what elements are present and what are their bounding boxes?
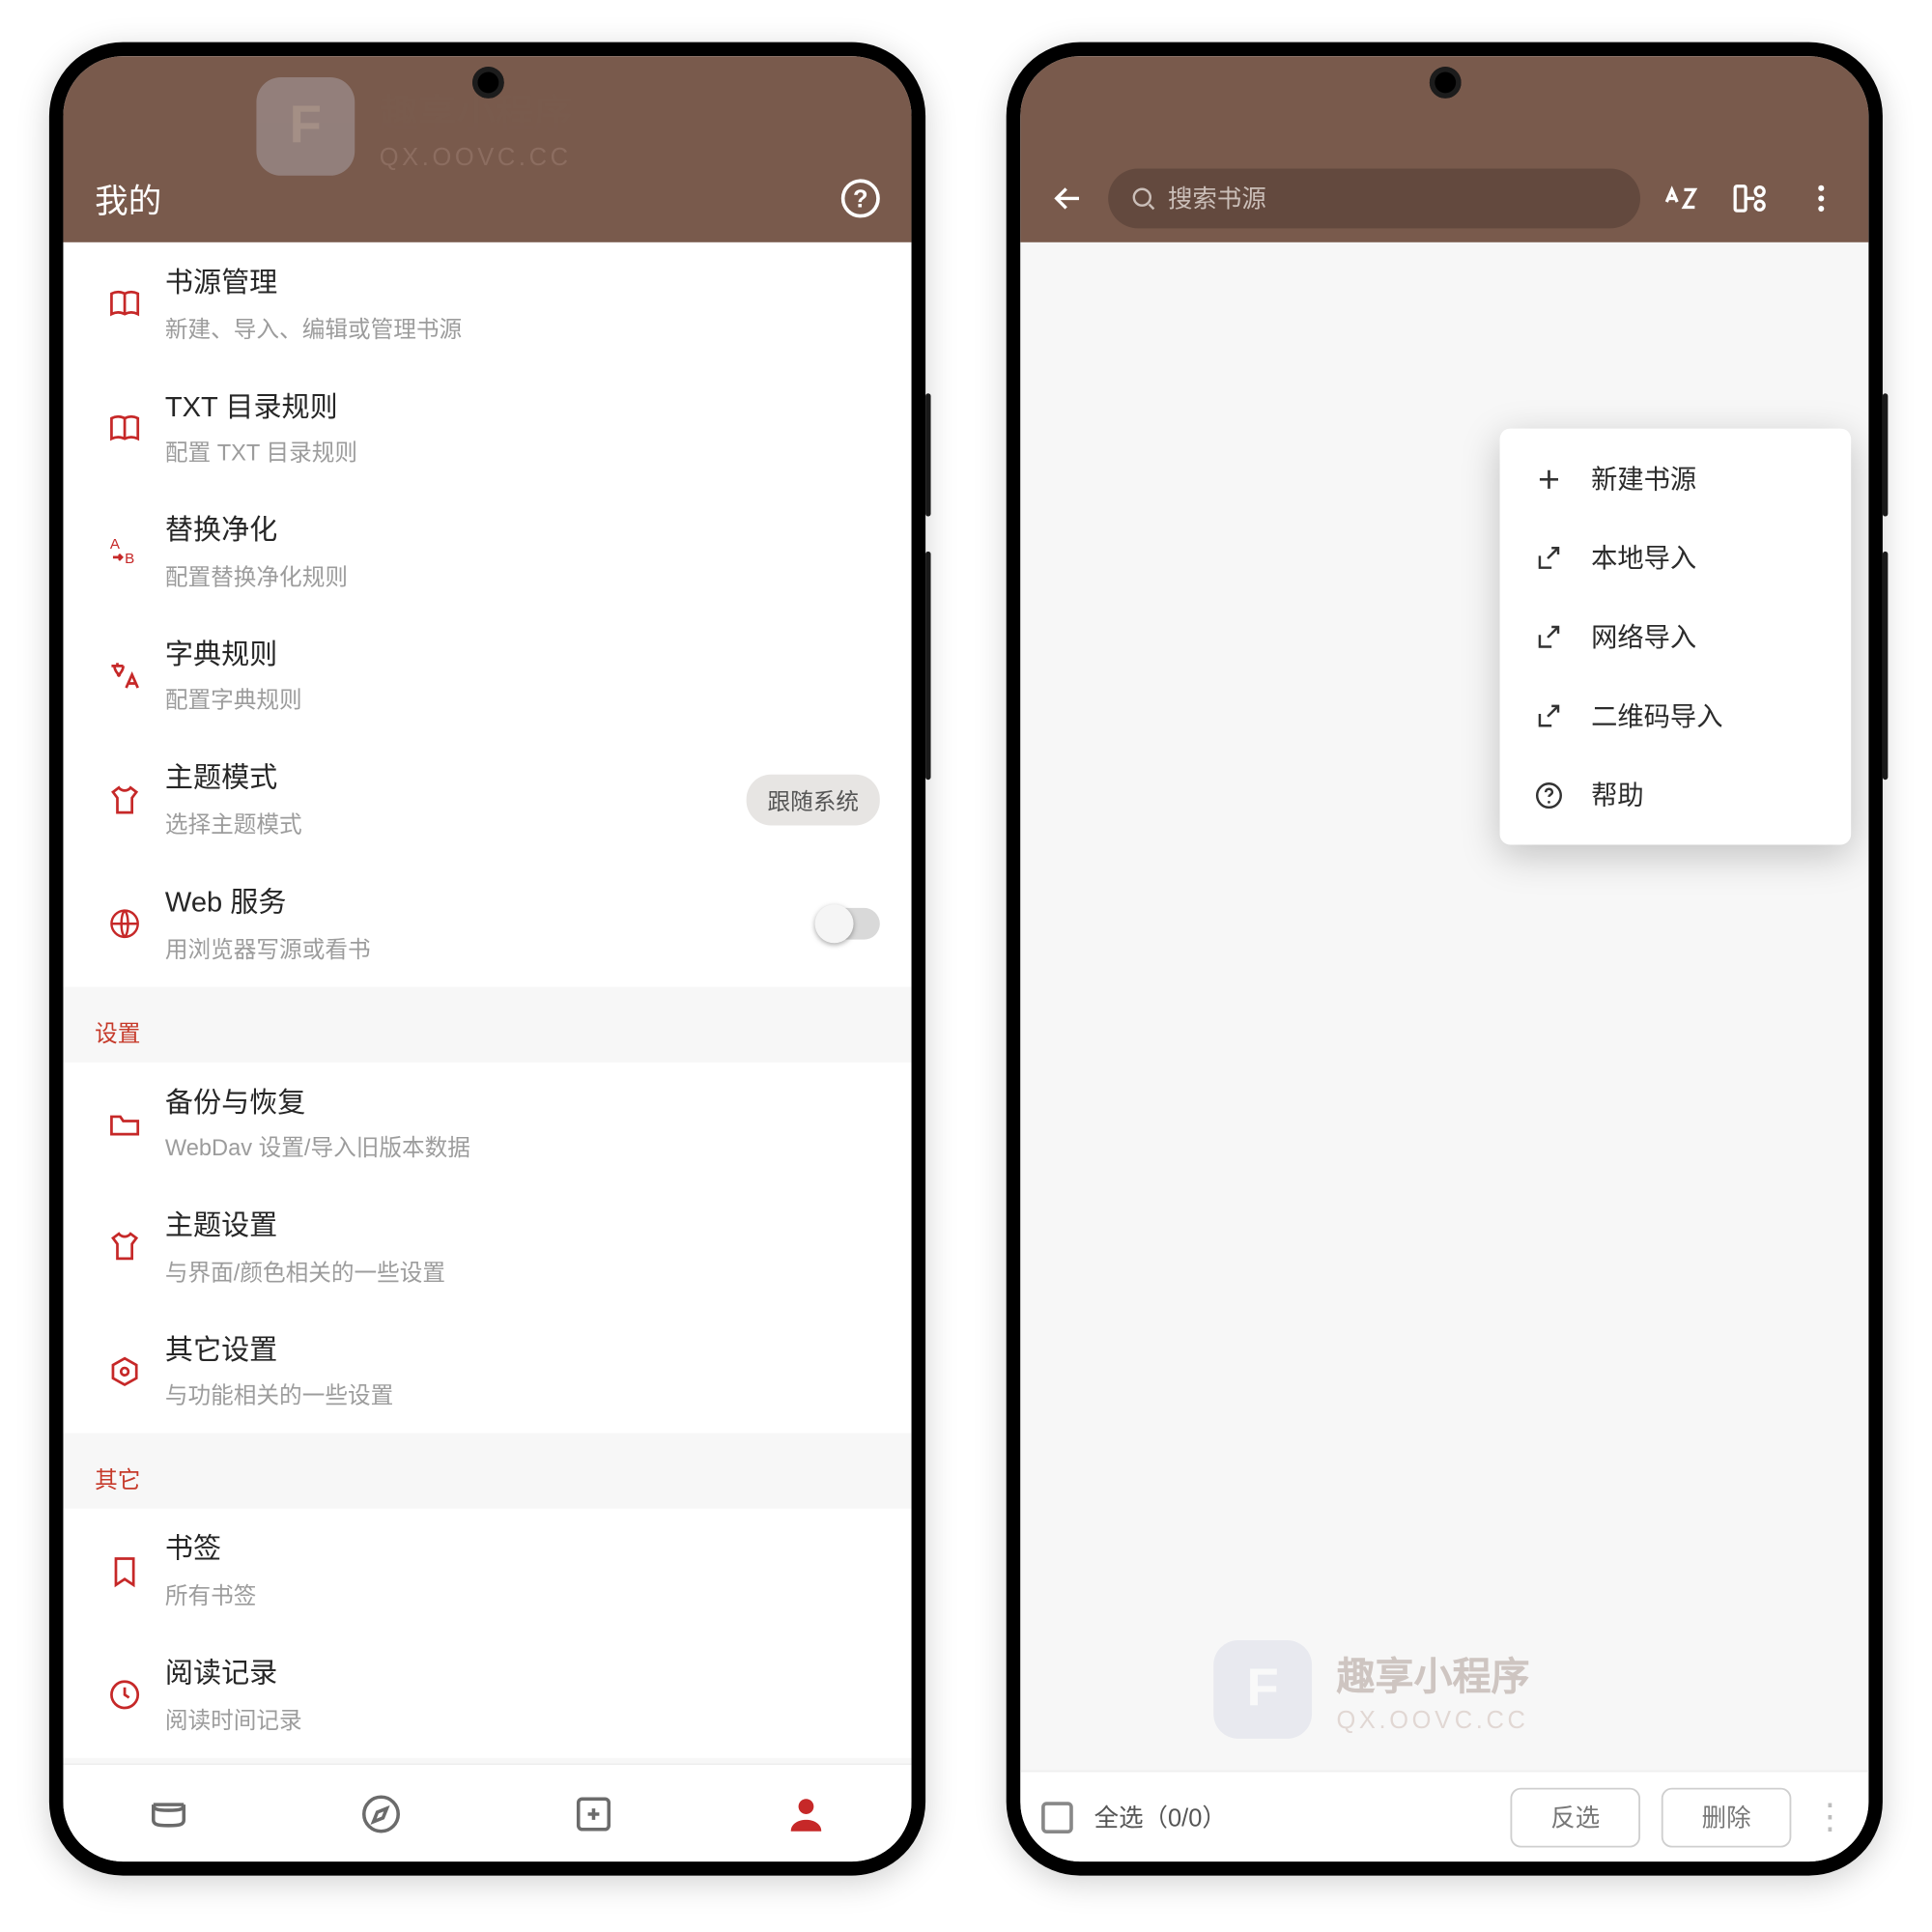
item-theme-mode[interactable]: 主题模式选择主题模式 跟随系统 <box>63 738 911 862</box>
menu-local-import[interactable]: 本地导入 <box>1500 518 1852 597</box>
search-input[interactable]: 搜索书源 <box>1108 169 1640 229</box>
item-book-source[interactable]: 书源管理新建、导入、编辑或管理书源 <box>63 242 911 366</box>
book-icon <box>92 287 158 322</box>
delete-button[interactable]: 删除 <box>1662 1787 1792 1847</box>
item-theme-settings[interactable]: 主题设置与界面/颜色相关的一些设置 <box>63 1185 911 1309</box>
shirt-icon <box>92 782 158 817</box>
watermark: F 趣享小程序QX.OOVC.CC <box>1213 1640 1529 1739</box>
content-right: 新建书源 本地导入 网络导入 二维码导入 <box>1020 242 1868 1771</box>
nav-explore[interactable] <box>358 1790 404 1835</box>
select-all-label: 全选（0/0） <box>1094 1800 1490 1834</box>
search-placeholder: 搜索书源 <box>1168 181 1266 215</box>
hex-icon <box>92 1354 158 1389</box>
menu-new-source[interactable]: 新建书源 <box>1500 440 1852 519</box>
menu-help[interactable]: 帮助 <box>1500 755 1852 835</box>
section-settings: 设置 <box>63 986 911 1062</box>
translate-icon <box>92 659 158 694</box>
search-icon <box>1129 185 1157 213</box>
item-web-service[interactable]: Web 服务用浏览器写源或看书 <box>63 863 911 986</box>
item-replace[interactable]: AB 替换净化配置替换净化规则 <box>63 491 911 614</box>
dropdown-menu: 新建书源 本地导入 网络导入 二维码导入 <box>1500 429 1852 845</box>
select-all-checkbox[interactable] <box>1041 1801 1073 1833</box>
item-other-settings[interactable]: 其它设置与功能相关的一些设置 <box>63 1310 911 1434</box>
invert-button[interactable]: 反选 <box>1510 1787 1640 1847</box>
folder-icon <box>92 1106 158 1141</box>
content-left: F 趣享小程序QX.OOVC.CC 书源管理新建、导入、编辑或管理书源 <box>63 242 911 1763</box>
bottom-nav <box>63 1763 911 1861</box>
help-icon[interactable]: ? <box>841 179 880 217</box>
front-camera <box>471 67 503 99</box>
nav-me[interactable] <box>782 1790 828 1835</box>
import-icon <box>1531 699 1566 731</box>
front-camera <box>1429 67 1461 99</box>
back-icon[interactable] <box>1037 179 1097 217</box>
item-backup[interactable]: 备份与恢复WebDav 设置/导入旧版本数据 <box>63 1062 911 1185</box>
group-icon[interactable] <box>1721 178 1781 220</box>
nav-bookshelf[interactable] <box>147 1790 192 1835</box>
replace-icon: AB <box>92 535 158 570</box>
globe-icon <box>92 907 158 942</box>
theme-chip: 跟随系统 <box>747 775 880 826</box>
svg-text:A: A <box>110 537 121 554</box>
import-icon <box>1531 621 1566 653</box>
item-txt-rules[interactable]: TXT 目录规则配置 TXT 目录规则 <box>63 366 911 490</box>
web-service-toggle[interactable] <box>816 908 879 940</box>
plus-icon <box>1531 463 1566 495</box>
item-dict[interactable]: 字典规则配置字典规则 <box>63 614 911 738</box>
bookmark-icon <box>92 1553 158 1588</box>
import-icon <box>1531 542 1566 574</box>
book-icon <box>92 411 158 445</box>
shirt-icon <box>92 1230 158 1264</box>
section-other: 其它 <box>63 1434 911 1509</box>
item-bookmarks[interactable]: 书签所有书签 <box>63 1509 911 1633</box>
page-title: 我的 <box>95 175 841 222</box>
menu-network-import[interactable]: 网络导入 <box>1500 597 1852 676</box>
help-icon <box>1531 779 1566 810</box>
footer-right: 全选（0/0） 反选 删除 ⋮ <box>1020 1771 1868 1862</box>
item-read-history[interactable]: 阅读记录阅读时间记录 <box>63 1634 911 1757</box>
sort-az-icon[interactable] <box>1651 178 1711 220</box>
clock-icon <box>92 1678 158 1713</box>
nav-add[interactable] <box>571 1790 616 1835</box>
svg-text:B: B <box>125 552 134 568</box>
phone-right: 搜索书源 新建书源 <box>1007 43 1883 1876</box>
menu-qr-import[interactable]: 二维码导入 <box>1500 676 1852 755</box>
more-icon[interactable] <box>1791 181 1851 215</box>
phone-left: 我的 ? F 趣享小程序QX.OOVC.CC 书源管理新建、导入、编辑或管理书源 <box>49 43 925 1876</box>
